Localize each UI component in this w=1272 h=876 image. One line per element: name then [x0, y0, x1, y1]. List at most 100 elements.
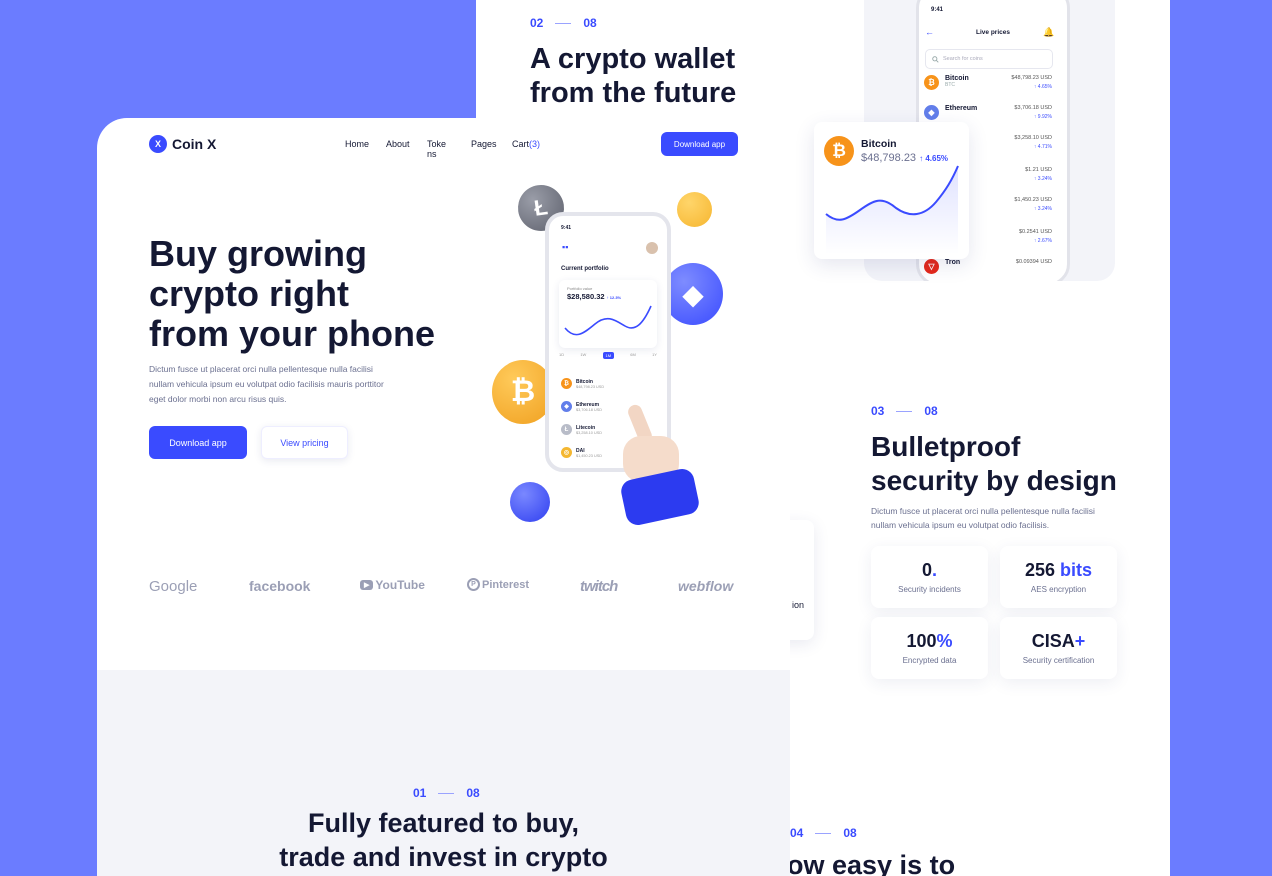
balance-label: Portfolio value — [567, 286, 593, 291]
coin-change: ↑ 3.24% — [1033, 206, 1052, 212]
coin-change: ↑ 3.24% — [1033, 176, 1052, 182]
coin-price-block: $1.21 USD ↑ 3.24% — [1025, 167, 1052, 182]
step-to: 08 — [924, 404, 938, 418]
portfolio-title: Current portfolio — [561, 266, 609, 272]
coin-price: $1,450.23 USD — [1014, 197, 1052, 203]
pinterest-logo: P Pinterest — [467, 578, 529, 591]
coin-name: Bitcoin — [945, 75, 969, 82]
nav-cart[interactable]: Cart(3) — [512, 139, 540, 149]
coin-icon: ₿ — [561, 378, 572, 389]
paragraph-line: nullam vehicula ipsum eu volutpat odio f… — [149, 379, 384, 389]
coin-price-block: $0.09394 USD — [1016, 259, 1052, 268]
avatar[interactable] — [646, 242, 658, 254]
bitcoin-price-chart — [825, 165, 959, 254]
download-app-button[interactable]: Download app — [149, 426, 247, 459]
step-divider — [815, 832, 832, 834]
coin-value: $3,258.10 USD — [576, 430, 602, 435]
nav-tokens[interactable]: Tokens — [427, 139, 449, 159]
range-option[interactable]: 6M — [630, 352, 636, 359]
apps-icon[interactable]: ▪▪ — [562, 242, 568, 252]
coin-price: $1.21 USD — [1025, 167, 1052, 173]
cart-label: Cart — [512, 139, 530, 149]
partial-card-text: ion — [791, 600, 804, 610]
coin-text: DAI $1,450.23 USD — [576, 448, 602, 458]
stat-label: Security incidents — [898, 585, 961, 594]
phone-coin-row[interactable]: ◆ Ethereum $3,706.18 USD — [561, 401, 602, 412]
phone-coin-row[interactable]: ₿ Bitcoin $48,798.23 USD — [561, 378, 604, 389]
bitcoin-chart-card[interactable]: ₿ Bitcoin $48,798.23 ↑ 4.65% — [814, 122, 969, 259]
coin-icon: Ł — [561, 424, 572, 435]
coin-value: $1,450.23 USD — [576, 453, 602, 458]
stat-value: CISA+ — [1000, 631, 1117, 652]
nav-home[interactable]: Home — [345, 139, 369, 149]
stat-card: CISA+ Security certification — [1000, 617, 1117, 679]
coin-text: Tron — [945, 259, 960, 266]
status-time: 9:41 — [931, 7, 944, 13]
coin-price: $0.09394 USD — [1015, 259, 1052, 265]
range-option[interactable]: 1D — [559, 352, 564, 359]
title-line: from your phone — [149, 313, 435, 354]
search-placeholder: Search for coins — [943, 56, 983, 62]
coin-price: $3,706.18 USD — [1014, 105, 1052, 111]
search-input[interactable]: Search for coins — [925, 49, 1053, 69]
step-to: 08 — [843, 826, 857, 840]
range-option[interactable]: 1Y — [652, 352, 657, 359]
coin-name: Ethereum — [576, 401, 600, 408]
phone-coin-row[interactable]: ◎ DAI $1,450.23 USD — [561, 447, 602, 458]
youtube-wordmark: YouTube — [375, 578, 425, 592]
range-option[interactable]: 1W — [580, 352, 586, 359]
stat-value: 256 bits — [1000, 560, 1117, 581]
brand-name: Coin X — [172, 136, 217, 152]
title-line: Fully featured to buy, — [307, 808, 579, 838]
stat-number: 0 — [921, 560, 932, 580]
status-time: 9:41 — [561, 225, 572, 231]
hero-title: Buy growing crypto right from your phone — [149, 234, 435, 354]
bitcoin-glyph: ₿ — [832, 141, 846, 160]
title-line: Buy growing — [149, 233, 367, 274]
coin-text: Ethereum — [945, 105, 977, 112]
step-from: 01 — [413, 786, 427, 800]
section4-title: ow easy is to — [787, 850, 956, 876]
hero-paragraph: Dictum fusce ut placerat orci nulla pell… — [149, 362, 384, 407]
google-logo: Google — [149, 578, 198, 595]
brand-mark-icon: X — [149, 135, 167, 153]
coin-symbol: BTC — [945, 82, 955, 88]
section3-steps: 03 08 — [871, 404, 938, 418]
title-line: A crypto wallet — [530, 43, 736, 75]
coin-text: Bitcoin BTC — [945, 75, 969, 88]
stat-number: CISA — [1031, 631, 1075, 651]
title-line: Bulletproof — [871, 431, 1021, 462]
coin-price-block: $3,706.18 USD ↑ 9.92% — [1014, 105, 1052, 120]
coin-text: Ethereum $3,706.18 USD — [576, 402, 602, 412]
live-price-row[interactable]: ▽ Tron $0.09394 USD — [924, 259, 1052, 281]
live-price-row[interactable]: ₿ Bitcoin BTC $48,798.23 USD ↑ 4.65% — [924, 75, 1052, 101]
coin-glyph: ₿ — [928, 78, 935, 87]
blue-sphere — [510, 482, 550, 522]
coin-price: $3,258.10 USD — [1014, 135, 1052, 141]
stat-value: 100% — [871, 631, 988, 652]
youtube-logo: ▶ YouTube — [360, 578, 425, 592]
play-icon: ▶ — [360, 580, 374, 590]
coin-price-block: $1,450.23 USD ↑ 3.24% — [1014, 197, 1052, 212]
brand-logo[interactable]: X Coin X — [149, 135, 216, 153]
range-option-active[interactable]: 1M — [602, 352, 615, 359]
stat-number: 100 — [906, 631, 937, 651]
step-divider — [896, 410, 913, 412]
coin-price-block: $48,798.23 USD ↑ 4.65% — [1011, 75, 1052, 90]
nav-about[interactable]: About — [386, 139, 412, 149]
coin-value: $3,706.18 USD — [576, 407, 602, 412]
stat-value: 0. — [871, 560, 988, 581]
gold-sphere — [677, 192, 712, 227]
view-pricing-button[interactable]: View pricing — [261, 426, 348, 459]
coin-name: Tron — [945, 259, 961, 266]
cart-count: (3) — [529, 139, 541, 149]
coin-name: Bitcoin — [861, 138, 897, 150]
section4-steps: 04 08 — [790, 826, 857, 840]
nav-pages[interactable]: Pages — [471, 139, 497, 149]
phone-coin-row[interactable]: Ł Litecoin $3,258.10 USD — [561, 424, 602, 435]
bell-icon[interactable]: 🔔 — [1043, 27, 1054, 38]
paragraph-line: Dictum fusce ut placerat orci nulla pell… — [149, 364, 373, 374]
coin-value: $48,798.23 USD — [576, 384, 605, 389]
coin-change: ↑ 4.65% — [1033, 84, 1052, 90]
header-download-button[interactable]: Download app — [661, 132, 738, 156]
